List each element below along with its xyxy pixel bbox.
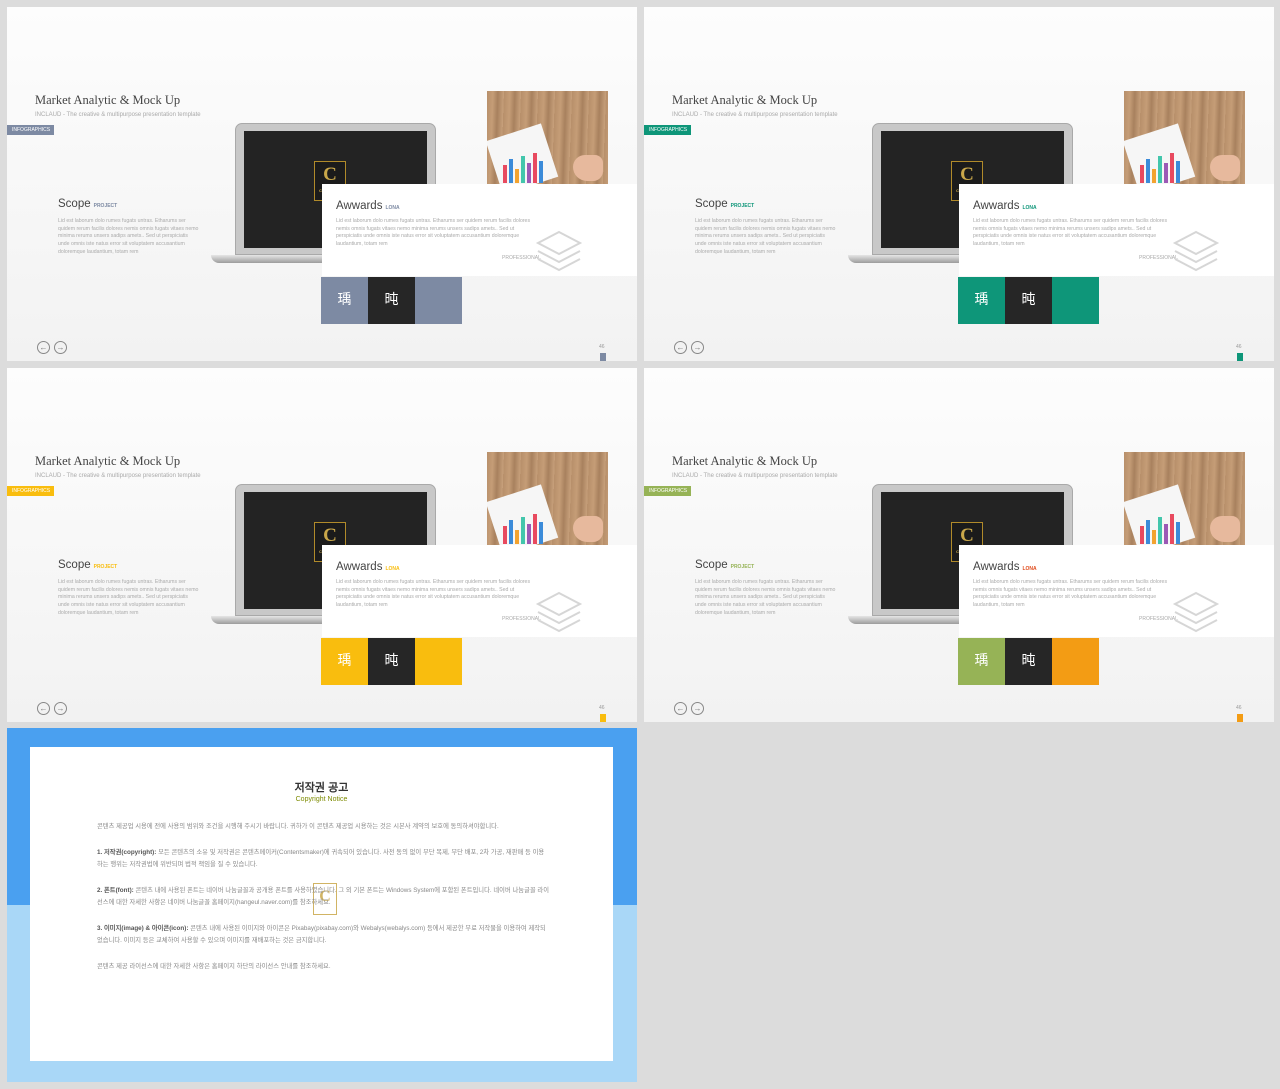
copyright-notice-slide[interactable]: 저작권 공고 Copyright Notice C 콘텐츠 제공업 시용에 전에… (7, 728, 637, 1082)
swatch-third (1052, 277, 1099, 324)
awards-heading: Awwards LONA (336, 561, 400, 573)
slide-title: Market Analytic & Mock Up (672, 454, 818, 468)
prev-arrow-icon[interactable]: ← (674, 702, 687, 715)
chart-photo (1124, 452, 1245, 558)
layers-icon (535, 230, 583, 272)
notice-intro: 콘텐츠 제공업 시용에 전에 사용의 범위와 조건을 시행해 주시기 바랍니다.… (97, 823, 499, 830)
page-indicator (600, 353, 606, 361)
notice-section-copyright: 1. 저작권(copyright): 모든 콘텐츠의 소유 및 저작권은 콘텐츠… (97, 848, 545, 869)
chart-photo (1124, 91, 1245, 197)
page-number: 46 (1236, 705, 1242, 711)
slide-title: Market Analytic & Mock Up (672, 93, 818, 107)
next-arrow-icon[interactable]: → (54, 341, 67, 354)
slide-nav: ← → (674, 702, 704, 715)
notice-subtitle: Copyright Notice (295, 796, 348, 803)
color-swatches: 瑀 旽 (958, 277, 1099, 324)
infographics-tag: INFOGRAPHICS (7, 125, 54, 135)
chart-photo (487, 452, 608, 558)
awards-card: Awwards LONA Lid est laborum dolo rumes f… (322, 545, 637, 637)
prev-arrow-icon[interactable]: ← (37, 341, 50, 354)
swatch-accent: 瑀 (958, 638, 1005, 685)
slide-subtitle: INCLAUD - The creative & multipurpose pr… (672, 112, 838, 118)
swatch-accent: 瑀 (958, 277, 1005, 324)
scope-heading: Scope PROJECT (58, 198, 118, 210)
awards-body: Lid est laborum dolo rumes fugats untras… (336, 579, 531, 609)
slide-thumbnail[interactable]: Market Analytic & Mock Up INCLAUD - The … (644, 368, 1274, 722)
swatch-third (415, 277, 462, 324)
notice-footer: 콘텐츠 제공 라이선스에 대한 자세한 사항은 홈페이지 하단의 라이선스 안내… (97, 962, 331, 970)
prev-arrow-icon[interactable]: ← (674, 341, 687, 354)
awards-heading: Awwards LONA (973, 561, 1037, 573)
scope-heading: Scope PROJECT (58, 559, 118, 571)
slide-title: Market Analytic & Mock Up (35, 93, 181, 107)
page-number: 46 (599, 705, 605, 711)
notice-section-font: 2. 폰트(font): 콘텐츠 내에 사용된 폰트는 네이버 나눔글꼴과 공개… (97, 886, 550, 907)
swatch-dark: 旽 (368, 277, 415, 324)
scope-heading: Scope PROJECT (695, 198, 755, 210)
slide-subtitle: INCLAUD - The creative & multipurpose pr… (35, 112, 201, 118)
chart-photo (487, 91, 608, 197)
scope-body: Lid est laborum dolo rumes fugats untras… (695, 218, 836, 255)
notice-title: 저작권 공고 (294, 782, 349, 794)
color-swatches: 瑀 旽 (958, 638, 1099, 685)
awards-heading: Awwards LONA (973, 200, 1037, 212)
page-number: 46 (599, 344, 605, 350)
awards-body: Lid est laborum dolo rumes fugats untras… (336, 218, 531, 248)
awards-card: Awwards LONA Lid est laborum dolo rumes f… (322, 184, 637, 276)
slide-title: Market Analytic & Mock Up (35, 454, 181, 468)
next-arrow-icon[interactable]: → (691, 702, 704, 715)
awards-card: Awwards LONA Lid est laborum dolo rumes f… (959, 184, 1274, 276)
layers-icon (1172, 591, 1220, 633)
page-indicator (600, 714, 606, 722)
color-swatches: 瑀 旽 (321, 638, 462, 685)
swatch-third (1052, 638, 1099, 685)
prev-arrow-icon[interactable]: ← (37, 702, 50, 715)
awards-body: Lid est laborum dolo rumes fugats untras… (973, 218, 1168, 248)
swatch-accent: 瑀 (321, 638, 368, 685)
notice-section-image: 3. 이미지(image) & 아이콘(icon): 콘텐츠 내에 사용된 이미… (97, 924, 546, 945)
page-indicator (1237, 714, 1243, 722)
slide-thumbnail[interactable]: Market Analytic & Mock Up INCLAUD - The … (7, 7, 637, 361)
notice-body: 콘텐츠 제공업 시용에 전에 사용의 범위와 조건을 시행해 주시기 바랍니다.… (97, 821, 549, 986)
scope-body: Lid est laborum dolo rumes fugats untras… (58, 579, 199, 616)
infographics-tag: INFOGRAPHICS (7, 486, 54, 496)
infographics-tag: INFOGRAPHICS (644, 125, 691, 135)
awards-card: Awwards LONA Lid est laborum dolo rumes f… (959, 545, 1274, 637)
infographics-tag: INFOGRAPHICS (644, 486, 691, 496)
layers-icon (535, 591, 583, 633)
swatch-dark: 旽 (368, 638, 415, 685)
notice-paper: 저작권 공고 Copyright Notice C 콘텐츠 제공업 시용에 전에… (30, 747, 613, 1061)
swatch-dark: 旽 (1005, 638, 1052, 685)
slide-nav: ← → (37, 341, 67, 354)
page-indicator (1237, 353, 1243, 361)
slide-thumbnail[interactable]: Market Analytic & Mock Up INCLAUD - The … (7, 368, 637, 722)
scope-body: Lid est laborum dolo rumes fugats untras… (695, 579, 836, 616)
slide-subtitle: INCLAUD - The creative & multipurpose pr… (35, 473, 201, 479)
next-arrow-icon[interactable]: → (691, 341, 704, 354)
swatch-accent: 瑀 (321, 277, 368, 324)
slide-nav: ← → (37, 702, 67, 715)
page-number: 46 (1236, 344, 1242, 350)
scope-heading: Scope PROJECT (695, 559, 755, 571)
slide-nav: ← → (674, 341, 704, 354)
swatch-dark: 旽 (1005, 277, 1052, 324)
next-arrow-icon[interactable]: → (54, 702, 67, 715)
awards-heading: Awwards LONA (336, 200, 400, 212)
slide-subtitle: INCLAUD - The creative & multipurpose pr… (672, 473, 838, 479)
scope-body: Lid est laborum dolo rumes fugats untras… (58, 218, 199, 255)
layers-icon (1172, 230, 1220, 272)
swatch-third (415, 638, 462, 685)
slide-thumbnail[interactable]: Market Analytic & Mock Up INCLAUD - The … (644, 7, 1274, 361)
color-swatches: 瑀 旽 (321, 277, 462, 324)
awards-body: Lid est laborum dolo rumes fugats untras… (973, 579, 1168, 609)
